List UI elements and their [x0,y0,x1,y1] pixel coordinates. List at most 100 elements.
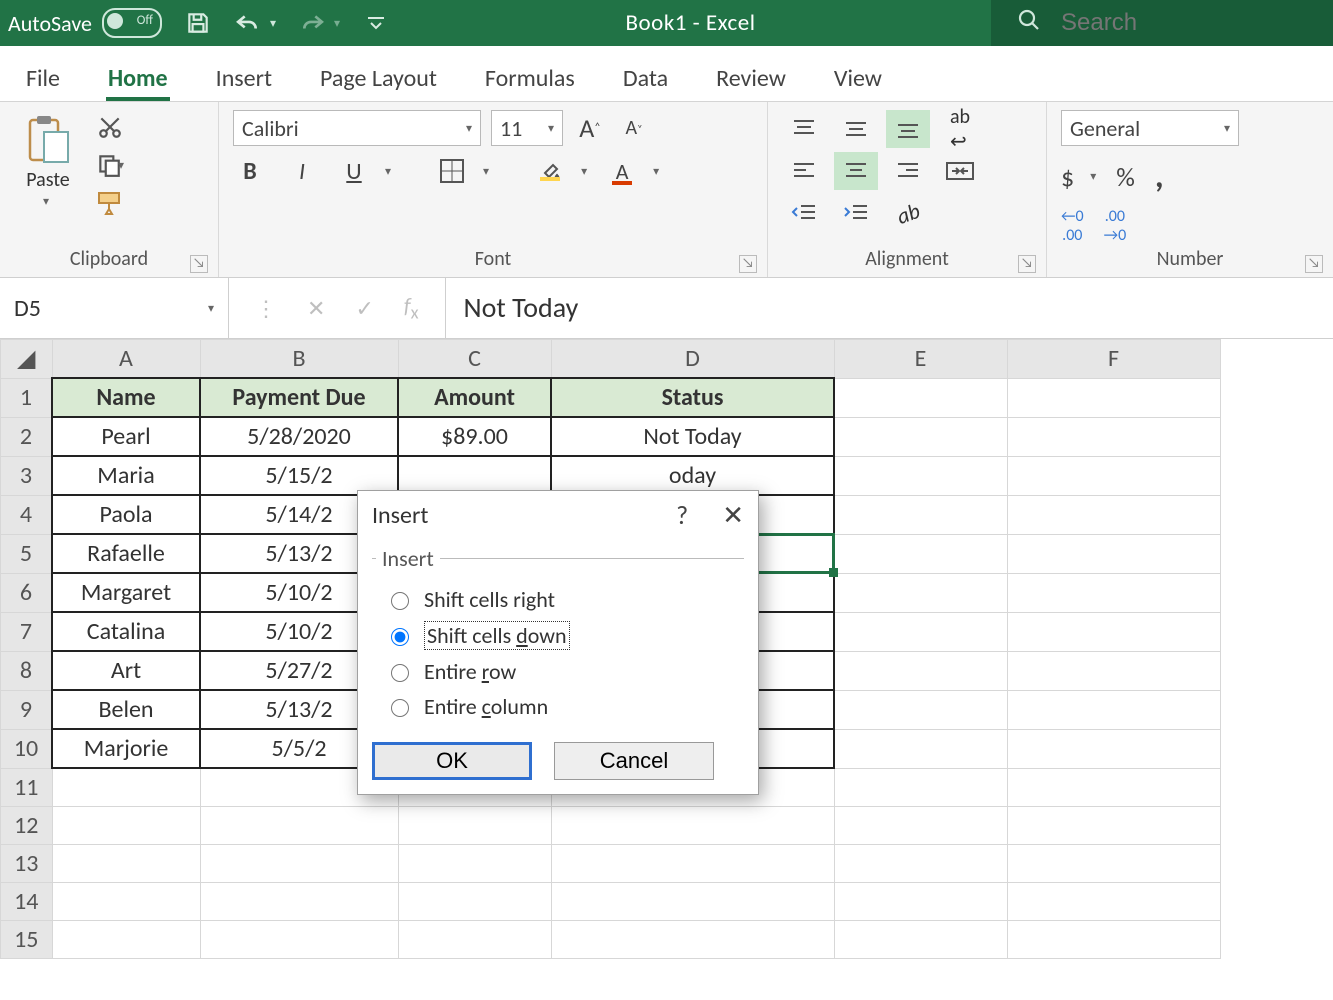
row-header[interactable]: 2 [1,417,53,456]
cell[interactable] [200,921,398,959]
cell[interactable]: Margaret [52,573,200,612]
wrap-text-icon[interactable]: ab↩ [938,110,982,148]
row-header[interactable]: 15 [1,921,53,959]
chevron-down-icon[interactable]: ▾ [270,16,276,31]
col-header-C[interactable]: C [398,340,551,379]
cell[interactable] [1007,495,1220,534]
cancel-button[interactable]: Cancel [554,742,714,780]
borders-button[interactable] [435,154,469,188]
fill-color-button[interactable] [533,154,567,188]
col-header-B[interactable]: B [200,340,398,379]
cell[interactable]: Paola [52,495,200,534]
formula-bar[interactable]: Not Today [446,278,1333,338]
number-format-select[interactable]: General▾ [1061,110,1239,146]
cell[interactable] [1007,534,1220,573]
help-icon[interactable]: ? [676,499,688,531]
row-header[interactable]: 8 [1,651,53,690]
row-header[interactable]: 10 [1,729,53,768]
dialog-launcher-icon[interactable]: ↘ [1018,255,1036,273]
cell[interactable] [200,845,398,883]
cell[interactable]: Pearl [52,417,200,456]
cell[interactable]: Catalina [52,612,200,651]
col-header-F[interactable]: F [1007,340,1220,379]
cell[interactable]: Belen [52,690,200,729]
increase-decimal-icon[interactable]: ←0.00 [1061,207,1084,245]
font-color-button[interactable]: A [605,154,639,188]
cell[interactable] [1007,921,1220,959]
enter-formula-icon[interactable]: ✓ [355,295,373,322]
cell[interactable] [398,921,551,959]
cell[interactable] [1007,729,1220,768]
row-header[interactable]: 3 [1,456,53,495]
align-right-icon[interactable] [886,152,930,190]
ok-button[interactable]: OK [372,742,532,780]
redo-icon[interactable] [298,9,326,37]
chevron-down-icon[interactable]: ▾ [334,16,340,31]
search-input[interactable] [1059,8,1303,38]
tab-data[interactable]: Data [621,56,670,101]
option-shift-down[interactable]: Shift cells down [376,617,740,654]
tab-page-layout[interactable]: Page Layout [318,56,439,101]
orientation-icon[interactable]: ab [886,194,930,232]
accounting-format-button[interactable]: $ [1061,161,1074,193]
percent-format-button[interactable]: % [1116,161,1135,193]
align-middle-icon[interactable] [834,110,878,148]
cell[interactable] [52,845,200,883]
cell[interactable] [1007,456,1220,495]
col-header-D[interactable]: D [551,340,834,379]
font-size-select[interactable]: 11▾ [491,110,563,146]
cell[interactable] [834,921,1007,959]
cell[interactable]: Payment Due [200,378,398,417]
cell[interactable] [834,573,1007,612]
cell[interactable] [200,807,398,845]
cell[interactable] [834,807,1007,845]
cell[interactable]: $89.00 [398,417,551,456]
cell[interactable] [52,883,200,921]
cell[interactable] [834,845,1007,883]
increase-indent-icon[interactable] [834,194,878,232]
cell[interactable] [1007,807,1220,845]
decrease-indent-icon[interactable] [782,194,826,232]
row-header[interactable]: 14 [1,883,53,921]
cell[interactable]: Rafaelle [52,534,200,573]
italic-button[interactable]: I [285,154,319,188]
row-header[interactable]: 7 [1,612,53,651]
cell[interactable] [551,883,834,921]
cell[interactable] [1007,651,1220,690]
customize-qat-icon[interactable] [362,9,390,37]
row-header[interactable]: 13 [1,845,53,883]
underline-button[interactable]: U [337,154,371,188]
decrease-decimal-icon[interactable]: .00→0 [1104,207,1127,245]
cell[interactable] [834,651,1007,690]
chevron-down-icon[interactable]: ▾ [581,164,587,179]
row-header[interactable]: 11 [1,768,53,807]
copy-icon[interactable]: ▾ [88,148,132,182]
cell[interactable] [200,883,398,921]
dialog-launcher-icon[interactable]: ↘ [739,255,757,273]
cell[interactable] [1007,573,1220,612]
cell[interactable] [398,883,551,921]
cell[interactable] [52,768,200,807]
row-header[interactable]: 1 [1,378,53,417]
chevron-down-icon[interactable]: ▾ [385,164,391,179]
row-header[interactable]: 6 [1,573,53,612]
cell[interactable] [1007,612,1220,651]
cell[interactable] [834,729,1007,768]
select-all-corner[interactable]: ◢ [1,340,53,379]
font-name-select[interactable]: Calibri▾ [233,110,481,146]
chevron-down-icon[interactable]: ▾ [43,194,49,209]
merge-center-icon[interactable] [938,152,982,190]
option-entire-row[interactable]: Entire row [376,654,740,689]
cell[interactable]: Art [52,651,200,690]
cell[interactable] [1007,690,1220,729]
tab-file[interactable]: File [24,56,62,101]
dialog-launcher-icon[interactable]: ↘ [1305,255,1323,273]
cell[interactable]: 5/28/2020 [200,417,398,456]
close-icon[interactable]: ✕ [722,499,744,531]
align-bottom-icon[interactable] [886,110,930,148]
cut-icon[interactable] [88,110,132,144]
bold-button[interactable]: B [233,154,267,188]
cell[interactable]: Name [52,378,200,417]
row-header[interactable]: 12 [1,807,53,845]
increase-font-icon[interactable]: A˄ [573,111,607,145]
